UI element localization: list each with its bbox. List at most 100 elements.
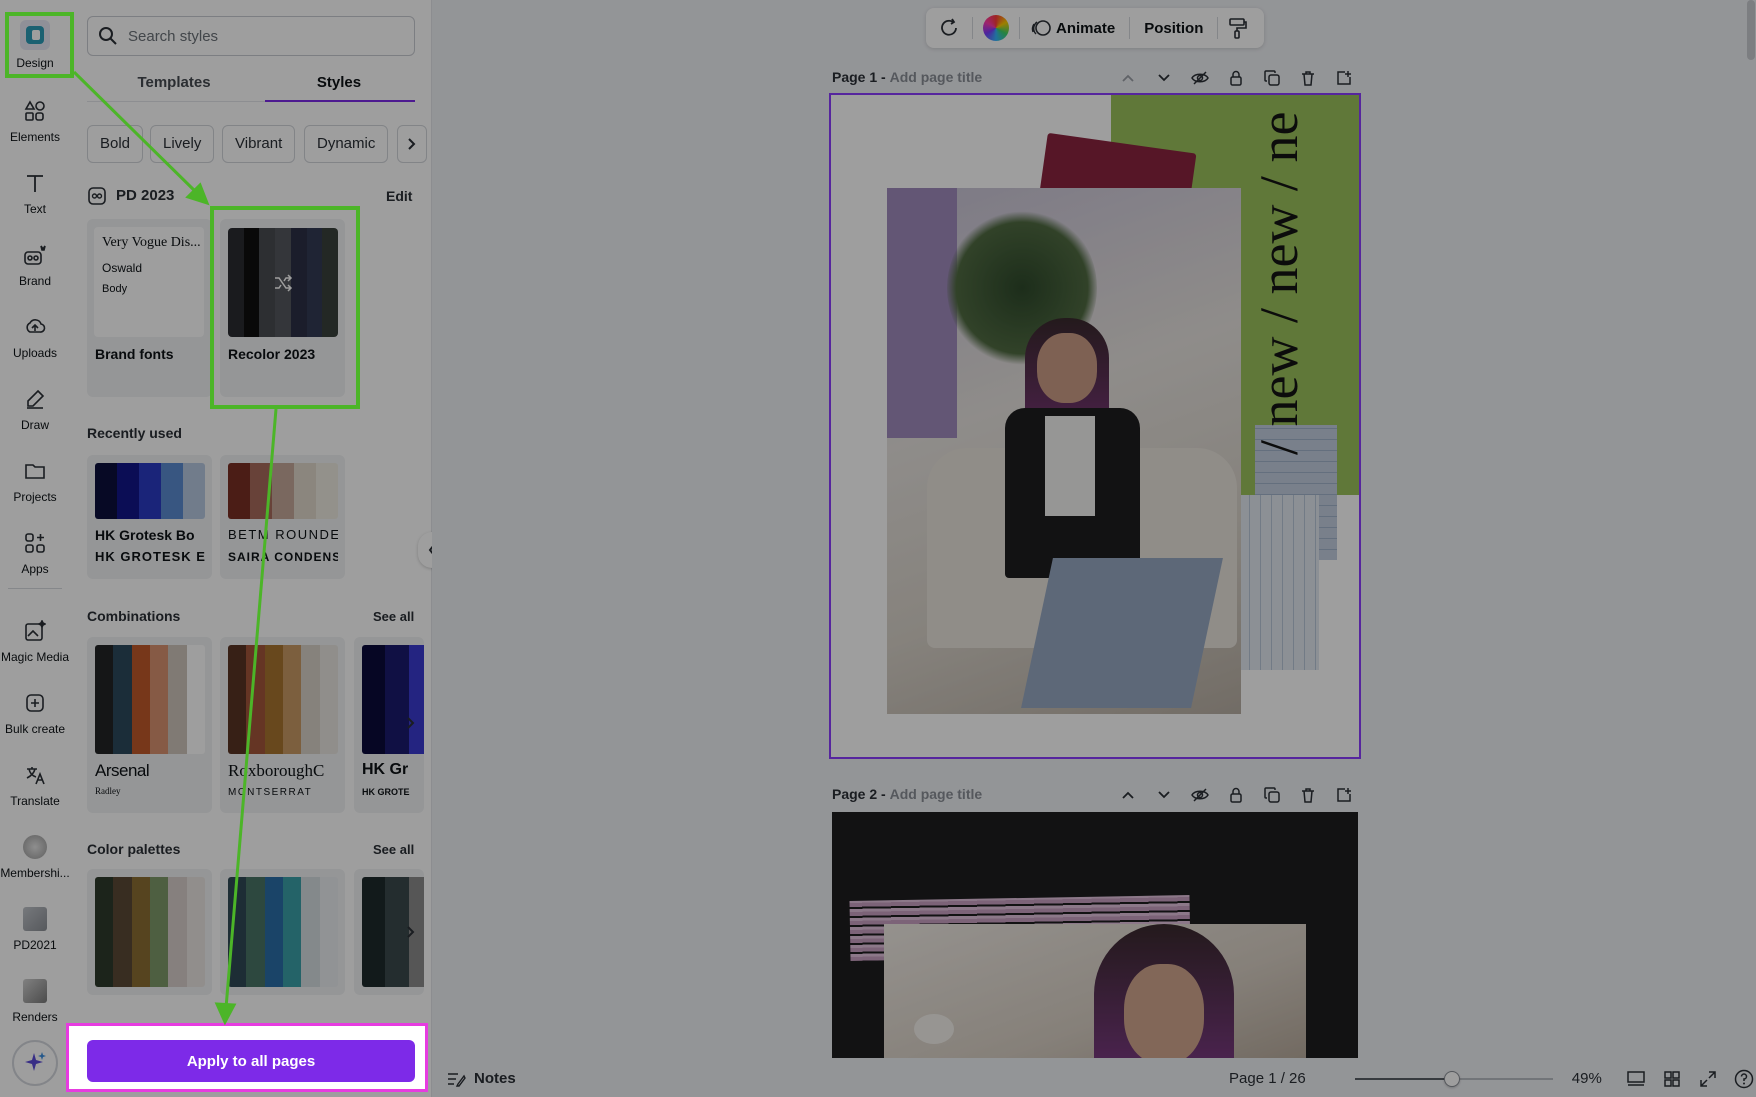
page-title-input[interactable]: Add page title [890,786,983,802]
toolbar-divider [972,17,973,39]
zoom-slider-knob[interactable] [1443,1070,1460,1087]
face [1124,964,1204,1058]
magic-assistant-button[interactable] [12,1040,58,1086]
rail-divider [8,588,62,589]
tab-styles[interactable]: Styles [265,74,413,91]
zoom-level[interactable]: 49% [1564,1070,1610,1087]
page-title-input[interactable]: Add page title [890,69,983,85]
styles-panel: Templates Styles Bold Lively Vibrant Dyn… [70,0,432,1097]
ai-edit-button[interactable] [936,17,962,39]
portrait-photo [887,188,1241,714]
filter-chip-dynamic[interactable]: Dynamic [304,125,389,163]
recently-used-card[interactable]: HK Grotesk Bo HK GROTESK E [87,455,212,579]
color-swatch [228,645,247,754]
page-indicator[interactable]: Page 1 / 26 [1229,1070,1331,1087]
help-button[interactable] [1732,1069,1756,1089]
grid-view-icon [1664,1070,1680,1087]
animate-button[interactable]: Animate [1030,18,1115,38]
lock-page-button[interactable] [1218,783,1254,807]
notes-button[interactable]: Notes [432,1060,562,1097]
chevron-right-icon[interactable] [406,925,416,939]
vertical-scrollbar-thumb[interactable] [1747,0,1755,60]
move-page-down-button[interactable] [1146,783,1182,807]
rail-item-uploads[interactable]: Uploads [0,308,70,370]
color-palettes-see-all-link[interactable]: See all [373,842,414,857]
tab-templates[interactable]: Templates [100,74,248,91]
color-palette-card[interactable] [220,869,345,995]
grid-view-button[interactable] [1660,1070,1684,1088]
rail-item-brand[interactable]: Brand [0,236,70,298]
color-swatch [319,877,338,987]
move-page-down-button[interactable] [1146,66,1182,90]
add-page-button[interactable] [1326,66,1362,90]
hide-page-button[interactable] [1182,66,1218,90]
search-icon [99,27,117,45]
page-view-button[interactable] [1624,1070,1648,1088]
rail-item-elements[interactable]: Elements [0,92,70,154]
rail-item-design[interactable]: Design [0,14,70,76]
chips-scroll-right-button[interactable] [397,125,427,163]
chevron-right-icon[interactable] [406,716,416,730]
rail-item-apps[interactable]: Apps [0,524,70,586]
add-page-button[interactable] [1326,783,1362,807]
recolor-card[interactable]: Recolor 2023 [220,219,345,397]
shuffle-icon [275,274,293,292]
elements-icon [22,98,48,124]
delete-page-button[interactable] [1290,66,1326,90]
page-2-canvas[interactable] [832,812,1358,1058]
rail-item-membership-app[interactable]: Membershi... [0,828,70,890]
rail-item-draw[interactable]: Draw [0,380,70,442]
combinations-see-all-link[interactable]: See all [373,609,414,624]
trash-icon [1302,71,1314,86]
move-page-up-button[interactable] [1110,66,1146,90]
search-input[interactable] [128,27,398,45]
rail-item-translate[interactable]: Translate [0,756,70,818]
search-box[interactable] [87,16,415,56]
palette-swatch [228,877,338,987]
rail-item-renders-app[interactable]: Renders [0,972,70,1034]
fullscreen-button[interactable] [1696,1070,1720,1088]
rail-item-projects[interactable]: Projects [0,452,70,514]
duplicate-page-button[interactable] [1254,783,1290,807]
rail-label: Uploads [12,346,58,360]
lock-page-button[interactable] [1218,66,1254,90]
copy-style-button[interactable] [1228,17,1248,39]
style-swatch [95,645,205,754]
combination-card[interactable]: RoxboroughC MONTSERRAT [220,637,345,813]
rail-item-text[interactable]: Text [0,164,70,226]
brand-fonts-preview: Very Vogue Dis... Oswald Body [94,227,204,337]
color-swatch [282,877,302,987]
color-swatch [149,877,169,987]
lock-icon [1230,70,1242,86]
color-picker-button[interactable] [983,15,1009,41]
apply-to-all-pages-button[interactable]: Apply to all pages [87,1040,415,1082]
rail-label: Membershi... [0,866,70,880]
move-page-up-button[interactable] [1110,783,1146,807]
brand-fonts-card[interactable]: Very Vogue Dis... Oswald Body Brand font… [87,219,212,397]
rail-item-pd2021-app[interactable]: PD2021 [0,900,70,962]
active-tab-indicator [265,100,415,102]
rail-item-bulk-create[interactable]: Bulk create [0,684,70,746]
duplicate-page-button[interactable] [1254,66,1290,90]
rail-item-magic-media[interactable]: Magic Media [0,612,70,674]
rail-label: Apps [21,562,49,576]
combination-card[interactable]: Arsenal Radley [87,637,212,813]
brand-icon [22,242,48,268]
position-button[interactable]: Position [1144,20,1203,37]
jeans [1021,558,1223,708]
filter-chip-lively[interactable]: Lively [150,125,215,163]
color-swatch [290,228,307,337]
filter-chip-vibrant[interactable]: Vibrant [222,125,296,163]
delete-page-button[interactable] [1290,783,1326,807]
recently-used-card[interactable]: BETM ROUNDE SAIRA CONDENSED [220,455,345,579]
animate-icon [1031,20,1051,36]
filter-chip-bold[interactable]: Bold [87,125,144,163]
brand-kit-edit-link[interactable]: Edit [386,188,412,204]
style-swatch [362,645,424,754]
page-1-canvas[interactable]: / new / new / ne [829,93,1361,759]
color-palette-card[interactable] [87,869,212,995]
hide-page-button[interactable] [1182,783,1218,807]
zoom-slider[interactable] [1354,1070,1553,1087]
apps-icon [22,530,48,556]
rail-label: Bulk create [4,722,66,736]
